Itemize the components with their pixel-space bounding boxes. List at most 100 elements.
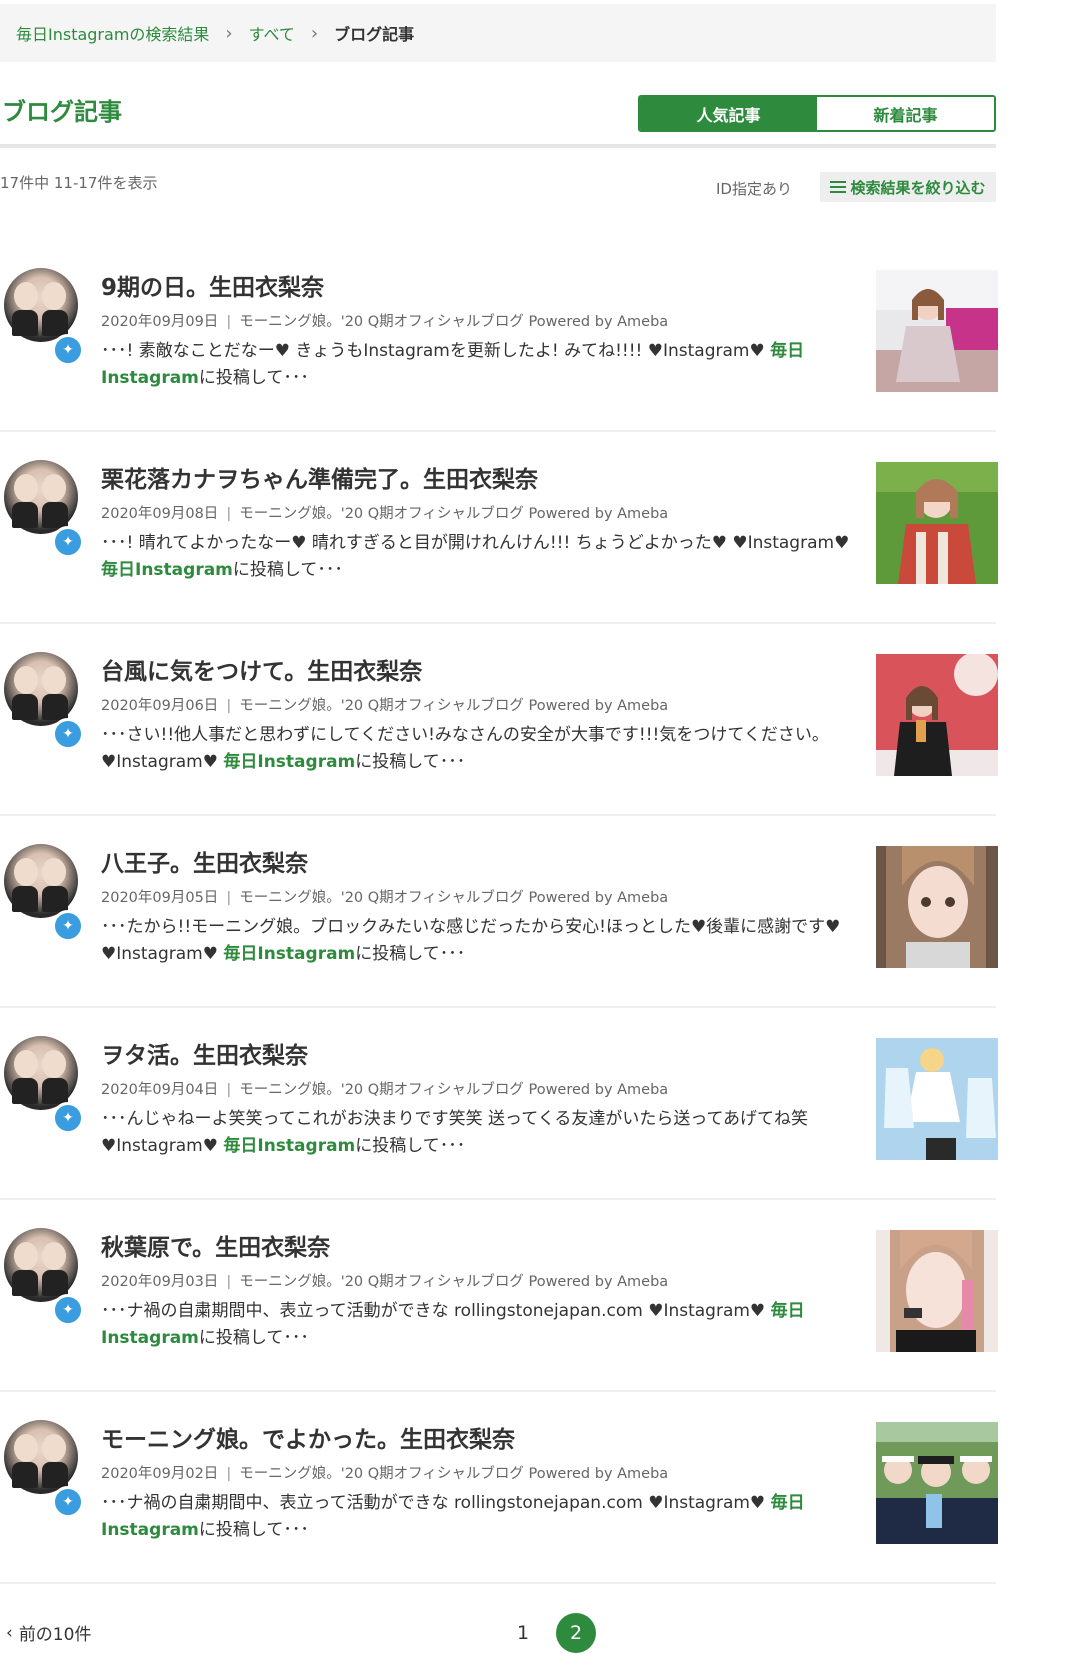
post-source[interactable]: モーニング娘。'20 Q期オフィシャルブログ Powered by Ameba (239, 1466, 668, 1482)
snippet-text: ･･･ナ禍の自粛期間中、表立って活動ができな rollingstonejapan… (101, 1301, 771, 1321)
filter-icon (830, 180, 847, 194)
ameba-badge-icon: ✦ (52, 1486, 84, 1518)
post-thumbnail[interactable] (876, 270, 998, 392)
snippet-text: に投稿して･･･ (355, 944, 466, 964)
post-snippet: ･･･たから!!モーニング娘。ブロックみたいな感じだったから安心!ほっとした♥後… (101, 914, 853, 968)
post-meta: 2020年09月08日 | モーニング娘。'20 Q期オフィシャルブログ Power… (101, 506, 669, 522)
chevron-right-icon: › (225, 22, 233, 44)
post-source[interactable]: モーニング娘。'20 Q期オフィシャルブログ Powered by Ameba (239, 1274, 668, 1290)
breadcrumb-search-results[interactable]: 毎日Instagramの検索結果 (16, 21, 209, 45)
post-source[interactable]: モーニング娘。'20 Q期オフィシャルブログ Powered by Ameba (239, 698, 668, 714)
snippet-highlight: 毎日Instagram (223, 1136, 356, 1156)
ameba-badge-icon: ✦ (52, 1102, 84, 1134)
post-date: 2020年09月08日 (101, 506, 219, 522)
post-item[interactable]: ✦ 9期の日。生田衣梨奈 2020年09月09日 | モーニング娘。'20 Q期オフ… (0, 240, 998, 432)
breadcrumb: 毎日Instagramの検索結果 › すべて › ブログ記事 (0, 4, 996, 62)
id-filter-label: ID指定あり (716, 180, 792, 198)
post-source[interactable]: モーニング娘。'20 Q期オフィシャルブログ Powered by Ameba (239, 314, 668, 330)
refine-results-label: 検索結果を絞り込む (850, 178, 986, 197)
post-item[interactable]: ✦ 栗花落カナヲちゃん準備完了。生田衣梨奈 2020年09月08日 | モーニング娘… (0, 432, 998, 624)
snippet-text: に投稿して･･･ (198, 1520, 309, 1540)
post-thumbnail[interactable] (876, 654, 998, 776)
breadcrumb-all[interactable]: すべて (249, 21, 295, 45)
post-list: ✦ 9期の日。生田衣梨奈 2020年09月09日 | モーニング娘。'20 Q期オフ… (0, 240, 998, 1584)
post-snippet: ･･･ナ禍の自粛期間中、表立って活動ができな rollingstonejapan… (101, 1298, 853, 1352)
post-title[interactable]: 八王子。生田衣梨奈 (101, 844, 308, 878)
avatar[interactable]: ✦ (4, 268, 84, 366)
post-source[interactable]: モーニング娘。'20 Q期オフィシャルブログ Powered by Ameba (239, 506, 668, 522)
tab-popular[interactable]: 人気記事 (640, 97, 817, 130)
snippet-text: ･･･! 晴れてよかったなー♥ 晴れすぎると目が開けれんけん!!! ちょうどよか… (101, 533, 850, 553)
post-source[interactable]: モーニング娘。'20 Q期オフィシャルブログ Powered by Ameba (239, 890, 668, 906)
snippet-highlight: 毎日Instagram (101, 560, 233, 580)
post-date: 2020年09月02日 (101, 1466, 219, 1482)
page-title: ブログ記事 (2, 98, 122, 126)
snippet-text: ･･･たから!!モーニング娘。ブロックみたいな感じだったから安心!ほっとした♥後… (101, 917, 841, 964)
ameba-badge-icon: ✦ (52, 334, 84, 366)
post-thumbnail[interactable] (876, 846, 998, 968)
post-date: 2020年09月05日 (101, 890, 219, 906)
post-thumbnail[interactable] (876, 1038, 998, 1160)
post-title[interactable]: 栗花落カナヲちゃん準備完了。生田衣梨奈 (101, 460, 538, 494)
snippet-text: ･･･ナ禍の自粛期間中、表立って活動ができな rollingstonejapan… (101, 1493, 771, 1513)
ameba-badge-icon: ✦ (52, 718, 84, 750)
post-date: 2020年09月03日 (101, 1274, 219, 1290)
post-thumbnail[interactable] (876, 1422, 998, 1544)
post-snippet: ･･･んじゃねーよ笑笑ってこれがお決まりです笑笑 送ってくる友達がいたら送ってあ… (101, 1106, 853, 1160)
breadcrumb-current: ブログ記事 (334, 25, 415, 44)
divider (0, 144, 996, 148)
post-date: 2020年09月04日 (101, 1082, 219, 1098)
tab-new[interactable]: 新着記事 (817, 97, 994, 130)
post-snippet: ･･･! 素敵なことだなー♥ きょうもInstagramを更新したよ! みてね!… (101, 338, 853, 392)
post-snippet: ･･･さい!!他人事だと思わずにしてください!みなさんの安全が大事です!!!気を… (101, 722, 853, 776)
snippet-text: に投稿して･･･ (355, 1136, 466, 1156)
snippet-text: に投稿して･･･ (198, 368, 309, 388)
prev-page-label: 前の10件 (18, 1625, 92, 1645)
post-item[interactable]: ✦ 八王子。生田衣梨奈 2020年09月05日 | モーニング娘。'20 Q期オフィ… (0, 816, 998, 1008)
post-item[interactable]: ✦ 秋葉原で。生田衣梨奈 2020年09月03日 | モーニング娘。'20 Q期オフ… (0, 1200, 998, 1392)
post-item[interactable]: ✦ モーニング娘。でよかった。生田衣梨奈 2020年09月02日 | モーニング娘。… (0, 1392, 998, 1584)
post-snippet: ･･･ナ禍の自粛期間中、表立って活動ができな rollingstonejapan… (101, 1490, 853, 1544)
post-item[interactable]: ✦ ヲタ活。生田衣梨奈 2020年09月04日 | モーニング娘。'20 Q期オフィ… (0, 1008, 998, 1200)
snippet-text: ･･･! 素敵なことだなー♥ きょうもInstagramを更新したよ! みてね!… (101, 341, 771, 361)
refine-results-button[interactable]: 検索結果を絞り込む (820, 172, 996, 202)
post-date: 2020年09月06日 (101, 698, 219, 714)
snippet-text: に投稿して･･･ (198, 1328, 309, 1348)
post-meta: 2020年09月05日 | モーニング娘。'20 Q期オフィシャルブログ Power… (101, 890, 669, 906)
post-meta: 2020年09月06日 | モーニング娘。'20 Q期オフィシャルブログ Power… (101, 698, 669, 714)
page-current: 2 (556, 1613, 596, 1653)
post-snippet: ･･･! 晴れてよかったなー♥ 晴れすぎると目が開けれんけん!!! ちょうどよか… (101, 530, 853, 584)
avatar[interactable]: ✦ (4, 1036, 84, 1134)
snippet-text: に投稿して･･･ (232, 560, 343, 580)
chevron-left-icon: ‹ (6, 1622, 13, 1643)
snippet-highlight: 毎日Instagram (223, 752, 356, 772)
avatar[interactable]: ✦ (4, 844, 84, 942)
post-title[interactable]: 台風に気をつけて。生田衣梨奈 (101, 652, 422, 686)
post-title[interactable]: モーニング娘。でよかった。生田衣梨奈 (101, 1420, 515, 1454)
post-title[interactable]: 秋葉原で。生田衣梨奈 (101, 1228, 330, 1262)
sort-tabs: 人気記事 新着記事 (638, 95, 996, 132)
prev-page-link[interactable]: ‹ 前の10件 (6, 1620, 92, 1646)
post-date: 2020年09月09日 (101, 314, 219, 330)
post-title[interactable]: ヲタ活。生田衣梨奈 (101, 1036, 308, 1070)
post-meta: 2020年09月09日 | モーニング娘。'20 Q期オフィシャルブログ Power… (101, 314, 669, 330)
result-count: 17件中 11-17件を表示 (0, 174, 158, 192)
snippet-text: に投稿して･･･ (355, 752, 466, 772)
avatar[interactable]: ✦ (4, 460, 84, 558)
post-meta: 2020年09月02日 | モーニング娘。'20 Q期オフィシャルブログ Power… (101, 1466, 669, 1482)
post-thumbnail[interactable] (876, 462, 998, 584)
post-meta: 2020年09月03日 | モーニング娘。'20 Q期オフィシャルブログ Power… (101, 1274, 669, 1290)
avatar[interactable]: ✦ (4, 1228, 84, 1326)
post-meta: 2020年09月04日 | モーニング娘。'20 Q期オフィシャルブログ Power… (101, 1082, 669, 1098)
ameba-badge-icon: ✦ (52, 526, 84, 558)
avatar[interactable]: ✦ (4, 652, 84, 750)
page-link-1[interactable]: 1 (517, 1622, 529, 1644)
avatar[interactable]: ✦ (4, 1420, 84, 1518)
ameba-badge-icon: ✦ (52, 910, 84, 942)
post-item[interactable]: ✦ 台風に気をつけて。生田衣梨奈 2020年09月06日 | モーニング娘。'20 … (0, 624, 998, 816)
post-source[interactable]: モーニング娘。'20 Q期オフィシャルブログ Powered by Ameba (239, 1082, 668, 1098)
post-thumbnail[interactable] (876, 1230, 998, 1352)
chevron-right-icon: › (310, 22, 319, 44)
post-title[interactable]: 9期の日。生田衣梨奈 (101, 268, 324, 302)
snippet-highlight: 毎日Instagram (223, 944, 356, 964)
